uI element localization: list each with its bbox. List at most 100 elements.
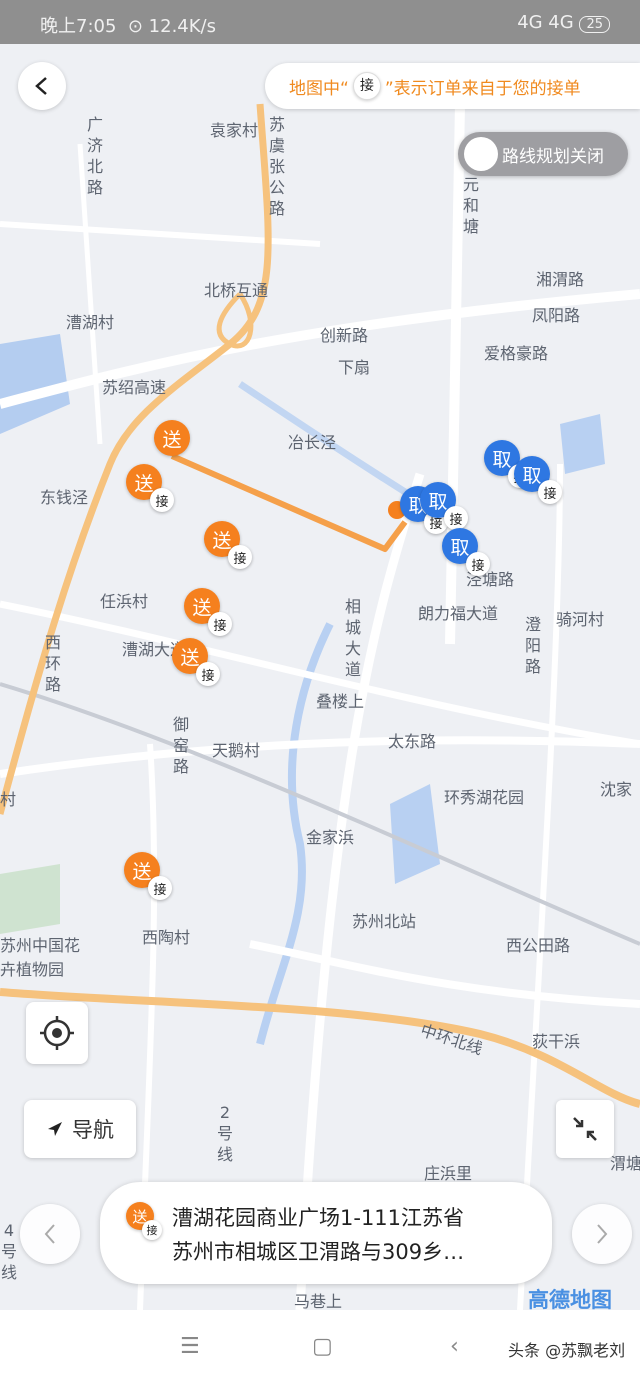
deliver-marker: 送 接 bbox=[126, 1202, 162, 1240]
order-badge: 接 bbox=[444, 506, 468, 530]
back-icon[interactable]: ‹ bbox=[450, 1334, 459, 1359]
address-card[interactable]: 送 接 漕湖花园商业广场1-111江苏省 苏州市相城区卫渭路与309乡… bbox=[100, 1182, 552, 1284]
map-label: 苏州北站 bbox=[352, 912, 417, 931]
navigation-arrow-icon bbox=[48, 1122, 62, 1136]
hint-prefix: 地图中“ bbox=[289, 78, 349, 99]
map-label: 西陶村 bbox=[142, 928, 191, 947]
navigate-label: 导航 bbox=[72, 1118, 114, 1142]
order-badge: 接 bbox=[228, 545, 252, 569]
back-button[interactable] bbox=[18, 62, 66, 110]
next-order-button[interactable] bbox=[572, 1204, 632, 1264]
deliver-marker-label: 送 bbox=[162, 428, 182, 451]
prev-order-button[interactable] bbox=[20, 1204, 80, 1264]
deliver-marker[interactable]: 送接 bbox=[172, 638, 220, 686]
order-badge: 接 bbox=[142, 1220, 162, 1240]
address-line-2: 苏州市相城区卫渭路与309乡… bbox=[172, 1240, 465, 1264]
order-badge: 接 bbox=[148, 876, 172, 900]
map-label: 叠楼上 bbox=[316, 692, 365, 711]
deliver-marker-label: 送 bbox=[132, 860, 152, 883]
map-label: 冶长泾 bbox=[288, 433, 337, 452]
deliver-marker-label: 送 bbox=[212, 529, 232, 552]
map-label: 袁家村 bbox=[210, 121, 259, 140]
pickup-marker-label: 取 bbox=[450, 536, 470, 559]
map-label: 广济北路 bbox=[86, 115, 103, 197]
map-label: 凤阳路 bbox=[532, 306, 581, 325]
map-label: 村 bbox=[0, 790, 17, 809]
map-label: 爱格豪路 bbox=[484, 344, 549, 363]
order-badge: 接 bbox=[196, 662, 220, 686]
locate-icon bbox=[40, 1016, 74, 1050]
order-badge: 接 bbox=[538, 480, 562, 504]
chevron-left-icon bbox=[44, 1224, 55, 1244]
map-label: 苏绍高速 bbox=[102, 378, 167, 397]
order-badge: 接 bbox=[150, 488, 174, 512]
map-label: 天鹅村 bbox=[212, 741, 261, 760]
deliver-marker[interactable]: 送接 bbox=[124, 852, 172, 900]
deliver-marker[interactable]: 送接 bbox=[126, 464, 174, 512]
map-label: 下扇 bbox=[338, 358, 371, 377]
map-label: 北桥互通 bbox=[204, 281, 269, 300]
chevron-left-icon bbox=[35, 77, 47, 95]
map-label: 苏州中国花卉植物园 bbox=[0, 936, 81, 979]
locate-button[interactable] bbox=[26, 1002, 88, 1064]
deliver-marker-label: 送 bbox=[192, 596, 212, 619]
deliver-marker[interactable]: 送接 bbox=[184, 588, 232, 636]
map-label: 湘渭路 bbox=[536, 270, 585, 289]
navigate-button[interactable]: 导航 bbox=[24, 1100, 136, 1158]
map-label: 苏虞张公路 bbox=[268, 115, 285, 218]
deliver-marker-label: 送 bbox=[134, 472, 154, 495]
battery-icon: 25 bbox=[579, 16, 610, 33]
route-toggle-label: 路线规划关闭 bbox=[502, 146, 604, 167]
map-label: 创新路 bbox=[320, 326, 369, 345]
map-label: 澄阳路 bbox=[524, 615, 541, 676]
map-label: 相城大道 bbox=[344, 597, 361, 679]
pickup-marker[interactable]: 取接 bbox=[420, 482, 468, 530]
map-label: 环秀湖花园 bbox=[444, 788, 525, 807]
order-badge: 接 bbox=[208, 612, 232, 636]
home-icon[interactable]: ▢ bbox=[312, 1334, 333, 1359]
map-label: 沈家 bbox=[600, 780, 633, 799]
deliver-marker[interactable]: 送接 bbox=[204, 521, 252, 569]
pickup-marker[interactable]: 取接 bbox=[514, 456, 562, 504]
status-network: 4G 4G 25 bbox=[517, 12, 610, 33]
deliver-marker-label: 送 bbox=[180, 646, 200, 669]
map-label: 金家浜 bbox=[306, 828, 355, 847]
address-line-1: 漕湖花园商业广场1-111江苏省 bbox=[172, 1206, 465, 1230]
toggle-knob bbox=[464, 137, 498, 171]
pickup-marker-label: 取 bbox=[492, 448, 512, 471]
map-label: 元和塘 bbox=[462, 175, 479, 236]
map-view[interactable]: 袁家村 苏虞张公路 广济北路 元和塘 北桥互通 湘渭路 凤阳路 漕湖村 创新路 … bbox=[0, 44, 640, 1310]
status-time: 晚上7:05 ⊙ 12.4K/s bbox=[40, 16, 216, 37]
pickup-marker-label: 取 bbox=[428, 490, 448, 513]
map-label: 庄浜里 bbox=[424, 1164, 473, 1183]
menu-icon[interactable]: ☰ bbox=[180, 1334, 200, 1359]
status-bar: 晚上7:05 ⊙ 12.4K/s 4G 4G 25 bbox=[0, 0, 640, 44]
hint-suffix: ”表示订单来自于您的接单 bbox=[384, 78, 581, 99]
pickup-marker[interactable]: 取接 bbox=[442, 528, 490, 576]
hint-tag: 接 bbox=[352, 72, 381, 100]
order-hint-banner: 地图中“ 接 ”表示订单来自于您的接单 bbox=[265, 63, 640, 109]
map-label: 御窑路 bbox=[172, 715, 189, 776]
order-badge: 接 bbox=[466, 552, 490, 576]
map-label: 骑河村 bbox=[556, 610, 605, 629]
shrink-icon bbox=[573, 1117, 597, 1141]
route-planning-toggle[interactable]: 路线规划关闭 bbox=[458, 132, 628, 176]
map-label: 渭塘路 bbox=[610, 1154, 640, 1173]
map-brand-logo: 高德地图 bbox=[528, 1288, 612, 1310]
map-label: 朗力福大道 bbox=[418, 604, 499, 623]
map-label: 漕湖村 bbox=[66, 313, 115, 332]
pickup-marker-label: 取 bbox=[522, 464, 542, 487]
map-label: 西公田路 bbox=[506, 936, 571, 955]
map-label: 东钱泾 bbox=[40, 488, 89, 507]
map-label: 4号线 bbox=[0, 1221, 17, 1282]
map-label: 荻干浜 bbox=[532, 1032, 581, 1051]
collapse-map-button[interactable] bbox=[556, 1100, 614, 1158]
map-label: 任浜村 bbox=[100, 592, 149, 611]
deliver-marker[interactable]: 送 bbox=[154, 420, 190, 456]
map-label: 2号线 bbox=[216, 1103, 233, 1164]
map-label: 西环路 bbox=[44, 633, 61, 694]
watermark: 头条 @苏飘老刘 bbox=[508, 1341, 626, 1360]
map-label: 马巷上 bbox=[294, 1292, 343, 1310]
map-label: 太东路 bbox=[388, 732, 437, 751]
chevron-right-icon bbox=[597, 1224, 608, 1244]
